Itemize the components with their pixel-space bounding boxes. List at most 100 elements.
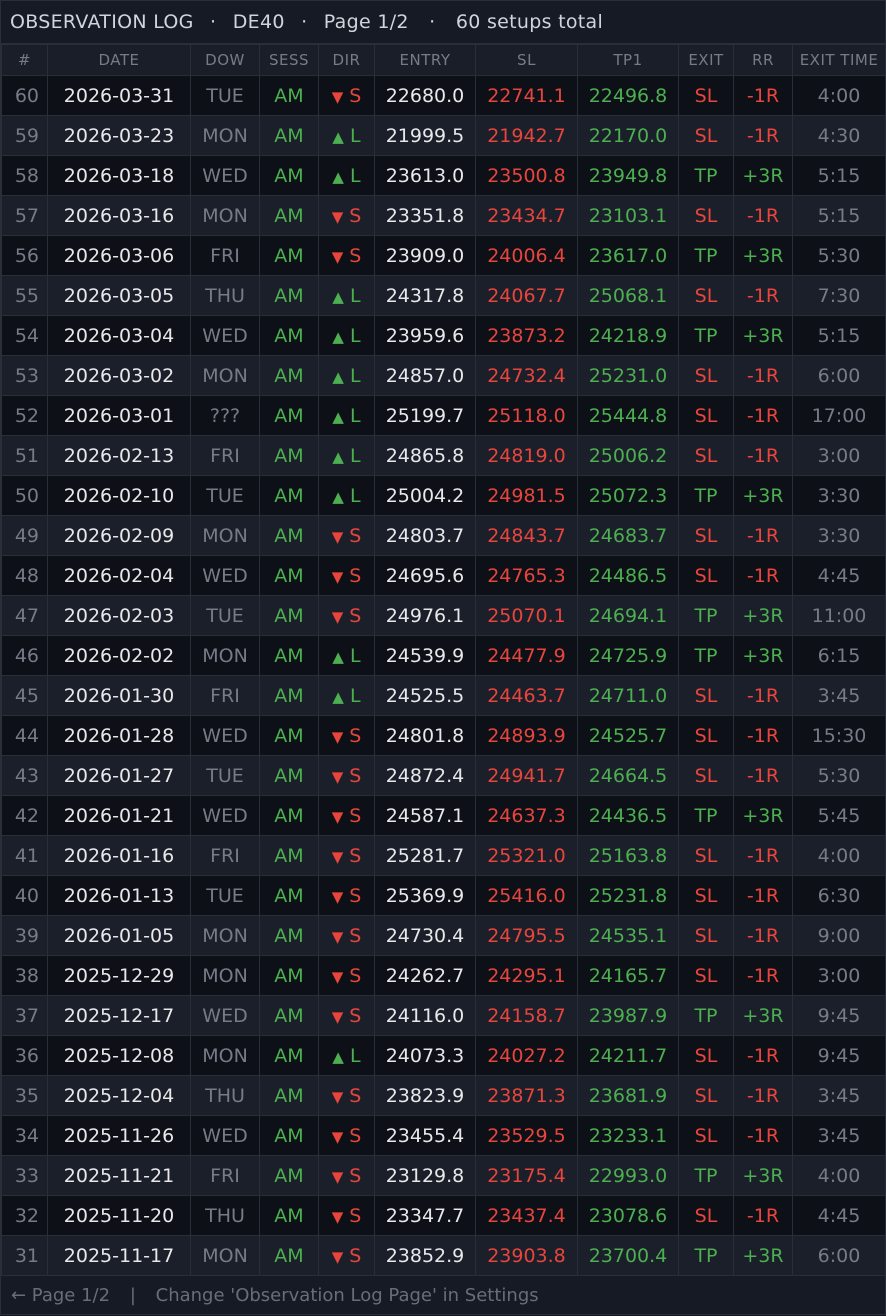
dow-cell: FRI [190, 675, 260, 716]
dow-cell: ??? [190, 395, 260, 436]
date-cell: 2025-12-17 [47, 995, 191, 1036]
row-number: 45 [1, 675, 48, 716]
entry-cell: 24587.1 [374, 795, 476, 836]
dow-cell: MON [190, 635, 260, 676]
direction-label: S [349, 964, 362, 987]
direction-label: L [349, 1044, 361, 1067]
exit-time-cell: 6:00 [792, 1235, 886, 1276]
dow-cell: FRI [190, 235, 260, 276]
down-triangle-icon: ▼ [331, 927, 344, 946]
direction-cell: ▼ S [318, 195, 375, 236]
exit-time-cell: 9:45 [792, 995, 886, 1036]
stop-loss-cell: 24795.5 [475, 915, 578, 956]
entry-cell: 22680.0 [374, 75, 476, 116]
date-cell: 2025-12-29 [47, 955, 191, 996]
session-cell: AM [259, 1115, 319, 1156]
dow-cell: FRI [190, 1155, 260, 1196]
table-row: 37 2025-12-17 WED AM ▼ S 24116.0 24158.7 23987.9… [1, 995, 886, 1036]
take-profit-cell: 23681.9 [577, 1075, 679, 1116]
dow-cell: TUE [190, 755, 260, 796]
dow-cell: MON [190, 355, 260, 396]
exit-time-cell: 3:30 [792, 515, 886, 556]
dow-cell: MON [190, 915, 260, 956]
row-number: 43 [1, 755, 48, 796]
dow-cell: MON [190, 195, 260, 236]
dow-cell: FRI [190, 835, 260, 876]
date-cell: 2026-03-05 [47, 275, 191, 316]
stop-loss-cell: 24027.2 [475, 1035, 578, 1076]
direction-label: S [349, 1204, 362, 1227]
risk-reward-cell: -1R [733, 1195, 793, 1236]
table-row: 48 2026-02-04 WED AM ▼ S 24695.6 24765.3 24486.5… [1, 555, 886, 596]
direction-cell: ▲ L [318, 1035, 375, 1076]
row-number: 52 [1, 395, 48, 436]
direction-cell: ▲ L [318, 115, 375, 156]
stop-loss-cell: 23873.2 [475, 315, 578, 356]
direction-cell: ▲ L [318, 155, 375, 196]
risk-reward-cell: +3R [733, 235, 793, 276]
direction-cell: ▲ L [318, 675, 375, 716]
exit-cell: SL [678, 515, 734, 556]
entry-cell: 24539.9 [374, 635, 476, 676]
row-number: 31 [1, 1235, 48, 1276]
header-direction: DIR [318, 44, 375, 76]
stop-loss-cell: 24893.9 [475, 715, 578, 756]
row-number: 54 [1, 315, 48, 356]
entry-cell: 24976.1 [374, 595, 476, 636]
header-date: DATE [47, 44, 191, 76]
dow-cell: MON [190, 515, 260, 556]
risk-reward-cell: -1R [733, 275, 793, 316]
direction-label: S [349, 1004, 362, 1027]
stop-loss-cell: 23871.3 [475, 1075, 578, 1116]
direction-cell: ▼ S [318, 1235, 375, 1276]
dow-cell: WED [190, 155, 260, 196]
exit-cell: SL [678, 275, 734, 316]
exit-time-cell: 3:45 [792, 1115, 886, 1156]
exit-cell: TP [678, 235, 734, 276]
date-cell: 2025-12-04 [47, 1075, 191, 1116]
row-number: 44 [1, 715, 48, 756]
exit-time-cell: 3:00 [792, 435, 886, 476]
table-row: 53 2026-03-02 MON AM ▲ L 24857.0 24732.4 25231.0… [1, 355, 886, 396]
entry-cell: 25369.9 [374, 875, 476, 916]
direction-label: L [349, 324, 361, 347]
risk-reward-cell: -1R [733, 675, 793, 716]
page-nav-link[interactable]: ← Page 1/2 [11, 1285, 110, 1306]
table-row: 44 2026-01-28 WED AM ▼ S 24801.8 24893.9 24525.7… [1, 715, 886, 756]
exit-time-cell: 5:15 [792, 155, 886, 196]
exit-time-cell: 6:15 [792, 635, 886, 676]
risk-reward-cell: -1R [733, 835, 793, 876]
row-number: 50 [1, 475, 48, 516]
direction-cell: ▼ S [318, 955, 375, 996]
exit-cell: TP [678, 315, 734, 356]
entry-cell: 24262.7 [374, 955, 476, 996]
up-triangle-icon: ▲ [332, 287, 344, 306]
down-triangle-icon: ▼ [331, 207, 344, 226]
session-cell: AM [259, 715, 319, 756]
header-exit: EXIT [678, 44, 734, 76]
stop-loss-cell: 24732.4 [475, 355, 578, 396]
entry-cell: 25004.2 [374, 475, 476, 516]
risk-reward-cell: -1R [733, 355, 793, 396]
entry-cell: 23823.9 [374, 1075, 476, 1116]
entry-cell: 23455.4 [374, 1115, 476, 1156]
dow-cell: MON [190, 115, 260, 156]
up-triangle-icon: ▲ [332, 367, 344, 386]
exit-time-cell: 9:45 [792, 1035, 886, 1076]
direction-cell: ▼ S [318, 1195, 375, 1236]
direction-label: S [349, 884, 362, 907]
footer-divider: | [129, 1285, 136, 1306]
stop-loss-cell: 21942.7 [475, 115, 578, 156]
direction-label: L [349, 684, 361, 707]
take-profit-cell: 22496.8 [577, 75, 679, 116]
take-profit-cell: 24694.1 [577, 595, 679, 636]
dow-cell: MON [190, 1235, 260, 1276]
date-cell: 2026-01-13 [47, 875, 191, 916]
take-profit-cell: 25163.8 [577, 835, 679, 876]
down-triangle-icon: ▼ [331, 607, 344, 626]
risk-reward-cell: -1R [733, 75, 793, 116]
entry-cell: 23959.6 [374, 315, 476, 356]
exit-cell: SL [678, 915, 734, 956]
exit-cell: SL [678, 835, 734, 876]
table-row: 55 2026-03-05 THU AM ▲ L 24317.8 24067.7 25068.1… [1, 275, 886, 316]
